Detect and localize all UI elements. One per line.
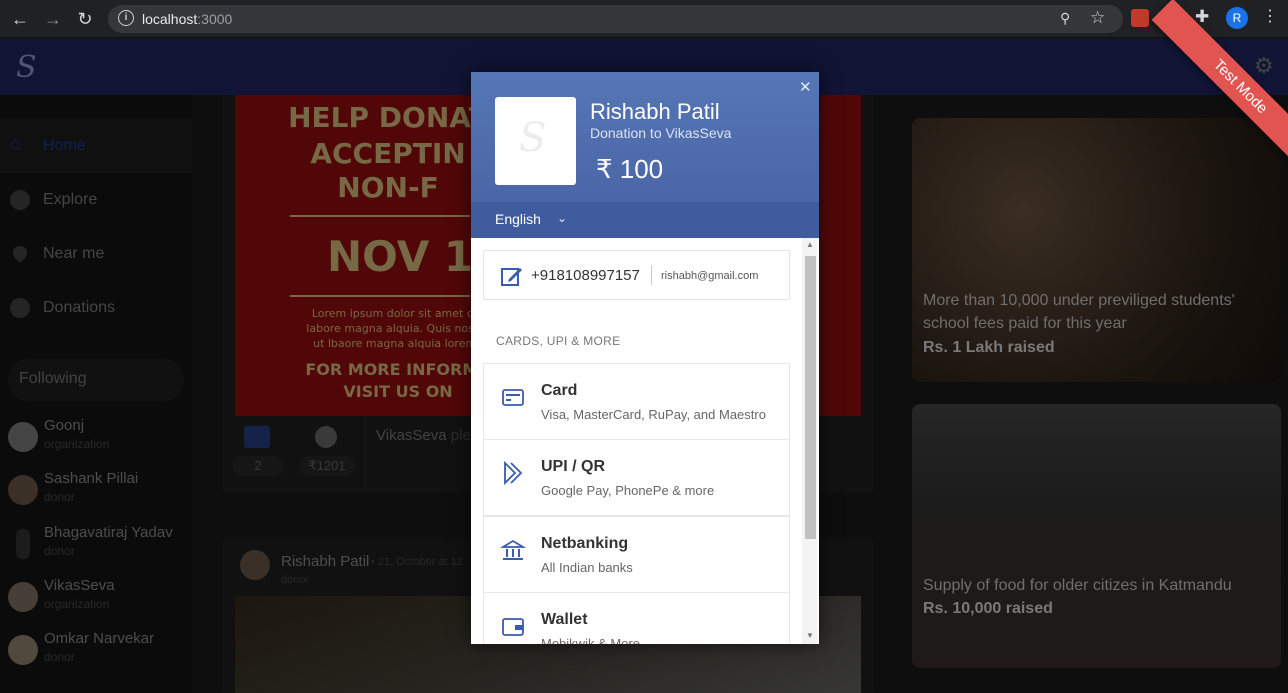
profile-avatar[interactable]: R (1226, 7, 1248, 29)
payment-method-title: UPI / QR (541, 458, 606, 475)
checkout-subtitle: Donation to VikasSeva (590, 125, 732, 141)
wallet-icon (502, 618, 524, 636)
payment-method-upi[interactable]: UPI / QR Google Pay, PhonePe & more (483, 439, 790, 516)
location-icon[interactable]: ⚲ (1060, 10, 1070, 27)
upi-icon (504, 460, 523, 486)
payment-method-desc: All Indian banks (541, 560, 633, 575)
bank-icon (500, 539, 526, 560)
reload-icon[interactable]: ↻ (74, 8, 96, 30)
payment-method-title: Wallet (541, 611, 588, 628)
contact-email: rishabh@gmail.com (661, 270, 759, 282)
merchant-logo: S (495, 97, 576, 185)
payment-method-title: Card (541, 382, 578, 399)
url-text: localhost:3000 (142, 11, 233, 27)
browser-toolbar: ← → ↻ i localhost:3000 ⚲ ☆ i ✚ R ⋮ (0, 0, 1288, 38)
scroll-up-arrow-icon[interactable]: ▲ (806, 240, 814, 249)
info-icon[interactable]: i (118, 10, 134, 26)
back-arrow-icon[interactable]: ← (9, 8, 31, 30)
payment-method-title: Netbanking (541, 535, 629, 552)
payment-method-desc: Mobikwik & More (541, 636, 640, 644)
payment-method-desc: Google Pay, PhonePe & more (541, 483, 715, 498)
star-icon[interactable]: ☆ (1090, 8, 1105, 28)
checkout-header: S ✕ Rishabh Patil Donation to VikasSeva … (471, 72, 819, 202)
edit-icon[interactable] (500, 265, 524, 289)
chevron-down-icon: ⌄ (557, 211, 568, 225)
payment-method-netbanking[interactable]: Netbanking All Indian banks (483, 516, 790, 593)
checkout-modal: S ✕ Rishabh Patil Donation to VikasSeva … (471, 72, 819, 644)
card-icon (502, 389, 524, 406)
divider (651, 265, 652, 285)
bookmark-extension-icon[interactable] (1131, 9, 1149, 27)
close-icon[interactable]: ✕ (799, 78, 812, 96)
forward-arrow-icon[interactable]: → (42, 8, 64, 30)
checkout-amount: ₹ 100 (596, 154, 664, 184)
contact-phone: +918108997157 (531, 267, 640, 284)
payment-method-wallet[interactable]: Wallet Mobikwik & More (483, 592, 790, 644)
scrollbar-thumb[interactable] (805, 256, 816, 539)
section-label: CARDS, UPI & MORE (496, 334, 621, 348)
address-bar[interactable]: i localhost:3000 ⚲ ☆ (108, 5, 1123, 33)
language-selector[interactable]: English ⌄ (471, 202, 819, 238)
kebab-menu-icon[interactable]: ⋮ (1262, 6, 1278, 26)
merchant-name: Rishabh Patil (590, 99, 720, 124)
contact-details[interactable]: +918108997157 rishabh@gmail.com (483, 250, 790, 300)
scrollbar[interactable]: ▲ ▼ (802, 238, 817, 644)
language-label: English (495, 211, 541, 227)
payment-method-desc: Visa, MasterCard, RuPay, and Maestro (541, 407, 766, 422)
payment-method-card[interactable]: Card Visa, MasterCard, RuPay, and Maestr… (483, 363, 790, 440)
checkout-body: +918108997157 rishabh@gmail.com CARDS, U… (471, 238, 819, 644)
scroll-down-arrow-icon[interactable]: ▼ (806, 631, 814, 640)
